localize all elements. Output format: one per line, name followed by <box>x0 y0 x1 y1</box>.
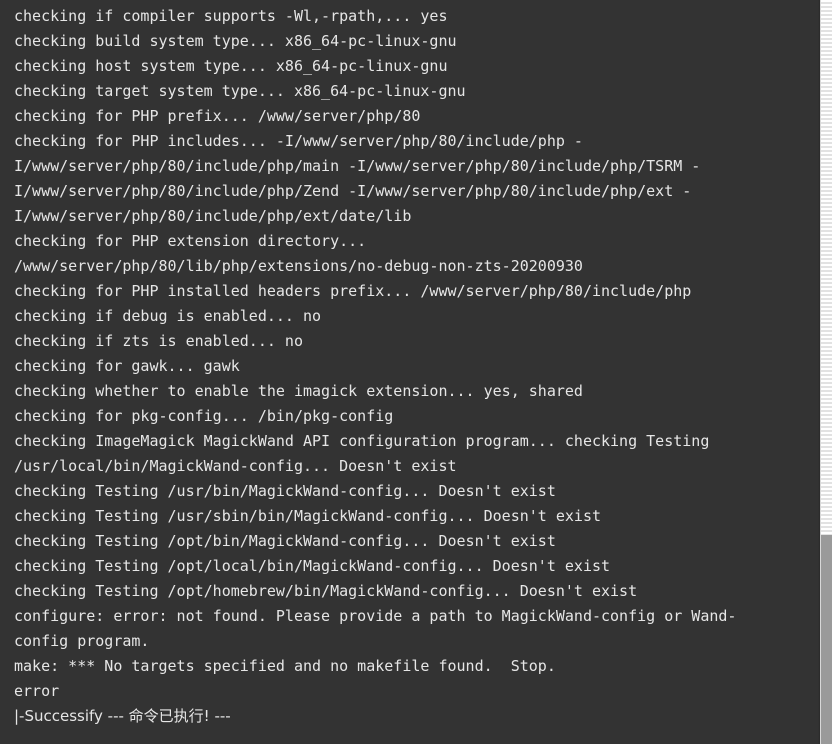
terminal-line-error-label: error <box>14 682 60 700</box>
terminal-line: checking for PHP extension directory... <box>14 232 367 250</box>
terminal-line-error: configure: error: not found. Please prov… <box>14 607 737 625</box>
terminal-line: checking Testing /usr/bin/MagickWand-con… <box>14 482 556 500</box>
terminal-line: I/www/server/php/80/include/php/ext/date… <box>14 207 412 225</box>
terminal-line-success-status: |-Successify --- 命令已执行! --- <box>14 707 231 725</box>
terminal-line: checking Testing /opt/homebrew/bin/Magic… <box>14 582 638 600</box>
terminal-window: checking if compiler supports -Wl,-rpath… <box>0 0 832 744</box>
terminal-line: /usr/local/bin/MagickWand-config... Does… <box>14 457 457 475</box>
terminal-line: checking build system type... x86_64-pc-… <box>14 32 457 50</box>
terminal-line: checking for PHP includes... -I/www/serv… <box>14 132 583 150</box>
terminal-output-pane[interactable]: checking if compiler supports -Wl,-rpath… <box>0 0 820 744</box>
terminal-line: checking if zts is enabled... no <box>14 332 303 350</box>
terminal-line: checking ImageMagick MagickWand API conf… <box>14 432 710 450</box>
terminal-line-make-error: make: *** No targets specified and no ma… <box>14 657 556 675</box>
terminal-line: checking if debug is enabled... no <box>14 307 322 325</box>
terminal-line: checking for PHP installed headers prefi… <box>14 282 692 300</box>
vertical-scrollbar-thumb[interactable] <box>821 535 832 744</box>
terminal-line: checking Testing /usr/sbin/bin/MagickWan… <box>14 507 601 525</box>
terminal-line: checking for pkg-config... /bin/pkg-conf… <box>14 407 394 425</box>
terminal-line: checking Testing /opt/bin/MagickWand-con… <box>14 532 556 550</box>
terminal-line: checking host system type... x86_64-pc-l… <box>14 57 448 75</box>
terminal-line-error: config program. <box>14 632 150 650</box>
vertical-scrollbar-track[interactable] <box>820 0 832 744</box>
terminal-line: I/www/server/php/80/include/php/Zend -I/… <box>14 182 692 200</box>
terminal-line: /www/server/php/80/lib/php/extensions/no… <box>14 257 583 275</box>
terminal-line: checking for PHP prefix... /www/server/p… <box>14 107 421 125</box>
terminal-line: checking whether to enable the imagick e… <box>14 382 583 400</box>
terminal-line: I/www/server/php/80/include/php/main -I/… <box>14 157 701 175</box>
terminal-line: checking if compiler supports -Wl,-rpath… <box>14 7 448 25</box>
terminal-line: checking Testing /opt/local/bin/MagickWa… <box>14 557 611 575</box>
terminal-line: checking target system type... x86_64-pc… <box>14 82 466 100</box>
terminal-line: checking for gawk... gawk <box>14 357 240 375</box>
